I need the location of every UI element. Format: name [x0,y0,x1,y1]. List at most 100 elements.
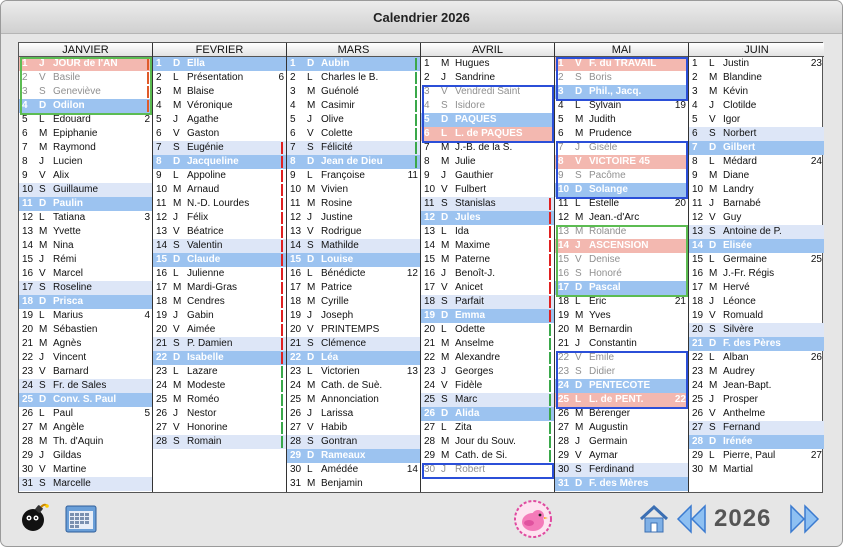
day-row[interactable]: 24 M Jean-Bapt. [689,379,824,393]
day-row[interactable]: 12 J Justine [287,211,420,225]
day-row[interactable]: 29 L Pierre, Paul 27 [689,449,824,463]
day-row[interactable]: 18 S Parfait [421,295,554,309]
day-row[interactable]: 7 S Félicité [287,141,420,155]
day-row[interactable]: 11 L Estelle 20 [555,197,688,211]
day-row[interactable]: 21 S Clémence [287,337,420,351]
day-row[interactable]: 17 M Patrice [287,281,420,295]
day-row[interactable]: 4 M Véronique [153,99,286,113]
day-row[interactable]: 10 V Fulbert [421,183,554,197]
day-row[interactable]: 8 V VICTOIRE 45 [555,155,688,169]
day-row[interactable]: 16 L Bénédicte 12 [287,267,420,281]
day-row[interactable]: 15 D Claude [153,253,286,267]
day-row[interactable]: 14 M Nina [19,239,152,253]
day-row[interactable]: 23 L Victorien 13 [287,365,420,379]
day-row[interactable]: 26 M Bérenger [555,407,688,421]
day-row[interactable]: 4 M Casimir [287,99,420,113]
day-row[interactable]: 28 M Th. d'Aquin [19,435,152,449]
day-row[interactable]: 18 M Cendres [153,295,286,309]
day-row[interactable]: 5 M Judith [555,113,688,127]
day-row[interactable]: 21 M Agnès [19,337,152,351]
day-row[interactable]: 10 M Vivien [287,183,420,197]
day-row[interactable]: 4 J Clotilde [689,99,824,113]
day-row[interactable]: 28 D Irénée [689,435,824,449]
day-row[interactable]: 24 S Fr. de Sales [19,379,152,393]
day-row[interactable]: 4 D Odilon [19,99,152,113]
day-row[interactable]: 17 S Roseline [19,281,152,295]
day-row[interactable]: 11 S Stanislas [421,197,554,211]
day-row[interactable]: 9 M Diane [689,169,824,183]
day-row[interactable]: 28 S Romain [153,435,286,449]
day-row[interactable]: 1 L Justin 23 [689,57,824,71]
day-row[interactable]: 2 S Boris [555,71,688,85]
day-row[interactable]: 25 L L. de PENT. 22 [555,393,688,407]
day-row[interactable]: 2 M Blandine [689,71,824,85]
day-row[interactable]: 15 L Germaine 25 [689,253,824,267]
day-row[interactable]: 1 D Ella [153,57,286,71]
day-row[interactable]: 28 S Gontran [287,435,420,449]
day-row[interactable]: 20 M Sébastien [19,323,152,337]
day-row[interactable]: 1 M Hugues [421,57,554,71]
day-row[interactable]: 3 M Kévin [689,85,824,99]
day-row[interactable]: 20 V Aimée [153,323,286,337]
day-row[interactable]: 29 V Aymar [555,449,688,463]
day-row[interactable]: 21 S P. Damien [153,337,286,351]
day-row[interactable]: 3 S Geneviève [19,85,152,99]
day-row[interactable]: 9 L Appoline [153,169,286,183]
day-row[interactable]: 25 M Roméo [153,393,286,407]
day-row[interactable]: 8 D Jacqueline [153,155,286,169]
day-row[interactable]: 22 D Léa [287,351,420,365]
day-row[interactable]: 22 L Alban 26 [689,351,824,365]
home-icon[interactable] [638,503,670,535]
day-row[interactable]: 3 M Guénolé [287,85,420,99]
day-row[interactable]: 17 V Anicet [421,281,554,295]
day-row[interactable]: 27 S Fernand [689,421,824,435]
day-row[interactable]: 1 D Aubin [287,57,420,71]
calendar-grid-icon[interactable] [65,505,97,533]
day-row[interactable]: 26 V Anthelme [689,407,824,421]
day-row[interactable]: 27 M Angèle [19,421,152,435]
day-row[interactable]: 16 S Honoré [555,267,688,281]
day-row[interactable]: 6 M Prudence [555,127,688,141]
day-row[interactable]: 30 M Martial [689,463,824,477]
day-row[interactable]: 26 L Paul 5 [19,407,152,421]
day-row[interactable]: 5 D PAQUES [421,113,554,127]
day-row[interactable]: 21 D F. des Pères [689,337,824,351]
day-row[interactable]: 6 V Colette [287,127,420,141]
day-row[interactable]: 2 L Charles le B. [287,71,420,85]
day-row[interactable]: 5 V Igor [689,113,824,127]
day-row[interactable]: 5 J Olive [287,113,420,127]
day-row[interactable]: 1 J JOUR de l'AN [19,57,152,71]
day-row[interactable]: 23 L Lazare [153,365,286,379]
day-row[interactable]: 22 M Alexandre [421,351,554,365]
day-row[interactable]: 10 M Landry [689,183,824,197]
day-row[interactable]: 8 L Médard 24 [689,155,824,169]
day-row[interactable]: 11 J Barnabé [689,197,824,211]
day-row[interactable]: 26 J Nestor [153,407,286,421]
day-row[interactable]: 13 M Yvette [19,225,152,239]
day-row[interactable]: 5 J Agathe [153,113,286,127]
day-row[interactable]: 30 S Ferdinand [555,463,688,477]
day-row[interactable]: 23 M Audrey [689,365,824,379]
day-row[interactable]: 5 L Edouard 2 [19,113,152,127]
day-row[interactable]: 27 M Augustin [555,421,688,435]
day-row[interactable]: 14 J ASCENSION [555,239,688,253]
day-row[interactable]: 15 V Denise [555,253,688,267]
day-row[interactable]: 18 M Cyrille [287,295,420,309]
day-row[interactable]: 22 J Vincent [19,351,152,365]
day-row[interactable]: 26 J Larissa [287,407,420,421]
day-row[interactable]: 21 M Anselme [421,337,554,351]
day-row[interactable]: 3 D Phil., Jacq. [555,85,688,99]
day-row[interactable]: 4 S Isidore [421,99,554,113]
previous-year-icon[interactable] [674,503,708,535]
day-row[interactable]: 19 J Gabin [153,309,286,323]
day-row[interactable]: 20 V PRINTEMPS [287,323,420,337]
day-row[interactable]: 24 M Cath. de Suè. [287,379,420,393]
day-row[interactable]: 9 L Françoise 11 [287,169,420,183]
day-row[interactable]: 16 V Marcel [19,267,152,281]
day-row[interactable]: 1 V F. du TRAVAIL [555,57,688,71]
day-row[interactable]: 8 J Lucien [19,155,152,169]
day-row[interactable]: 24 D PENTECOTE [555,379,688,393]
day-row[interactable]: 31 M Benjamin [287,477,420,491]
day-row[interactable]: 27 V Honorine [153,421,286,435]
day-row[interactable]: 8 M Julie [421,155,554,169]
